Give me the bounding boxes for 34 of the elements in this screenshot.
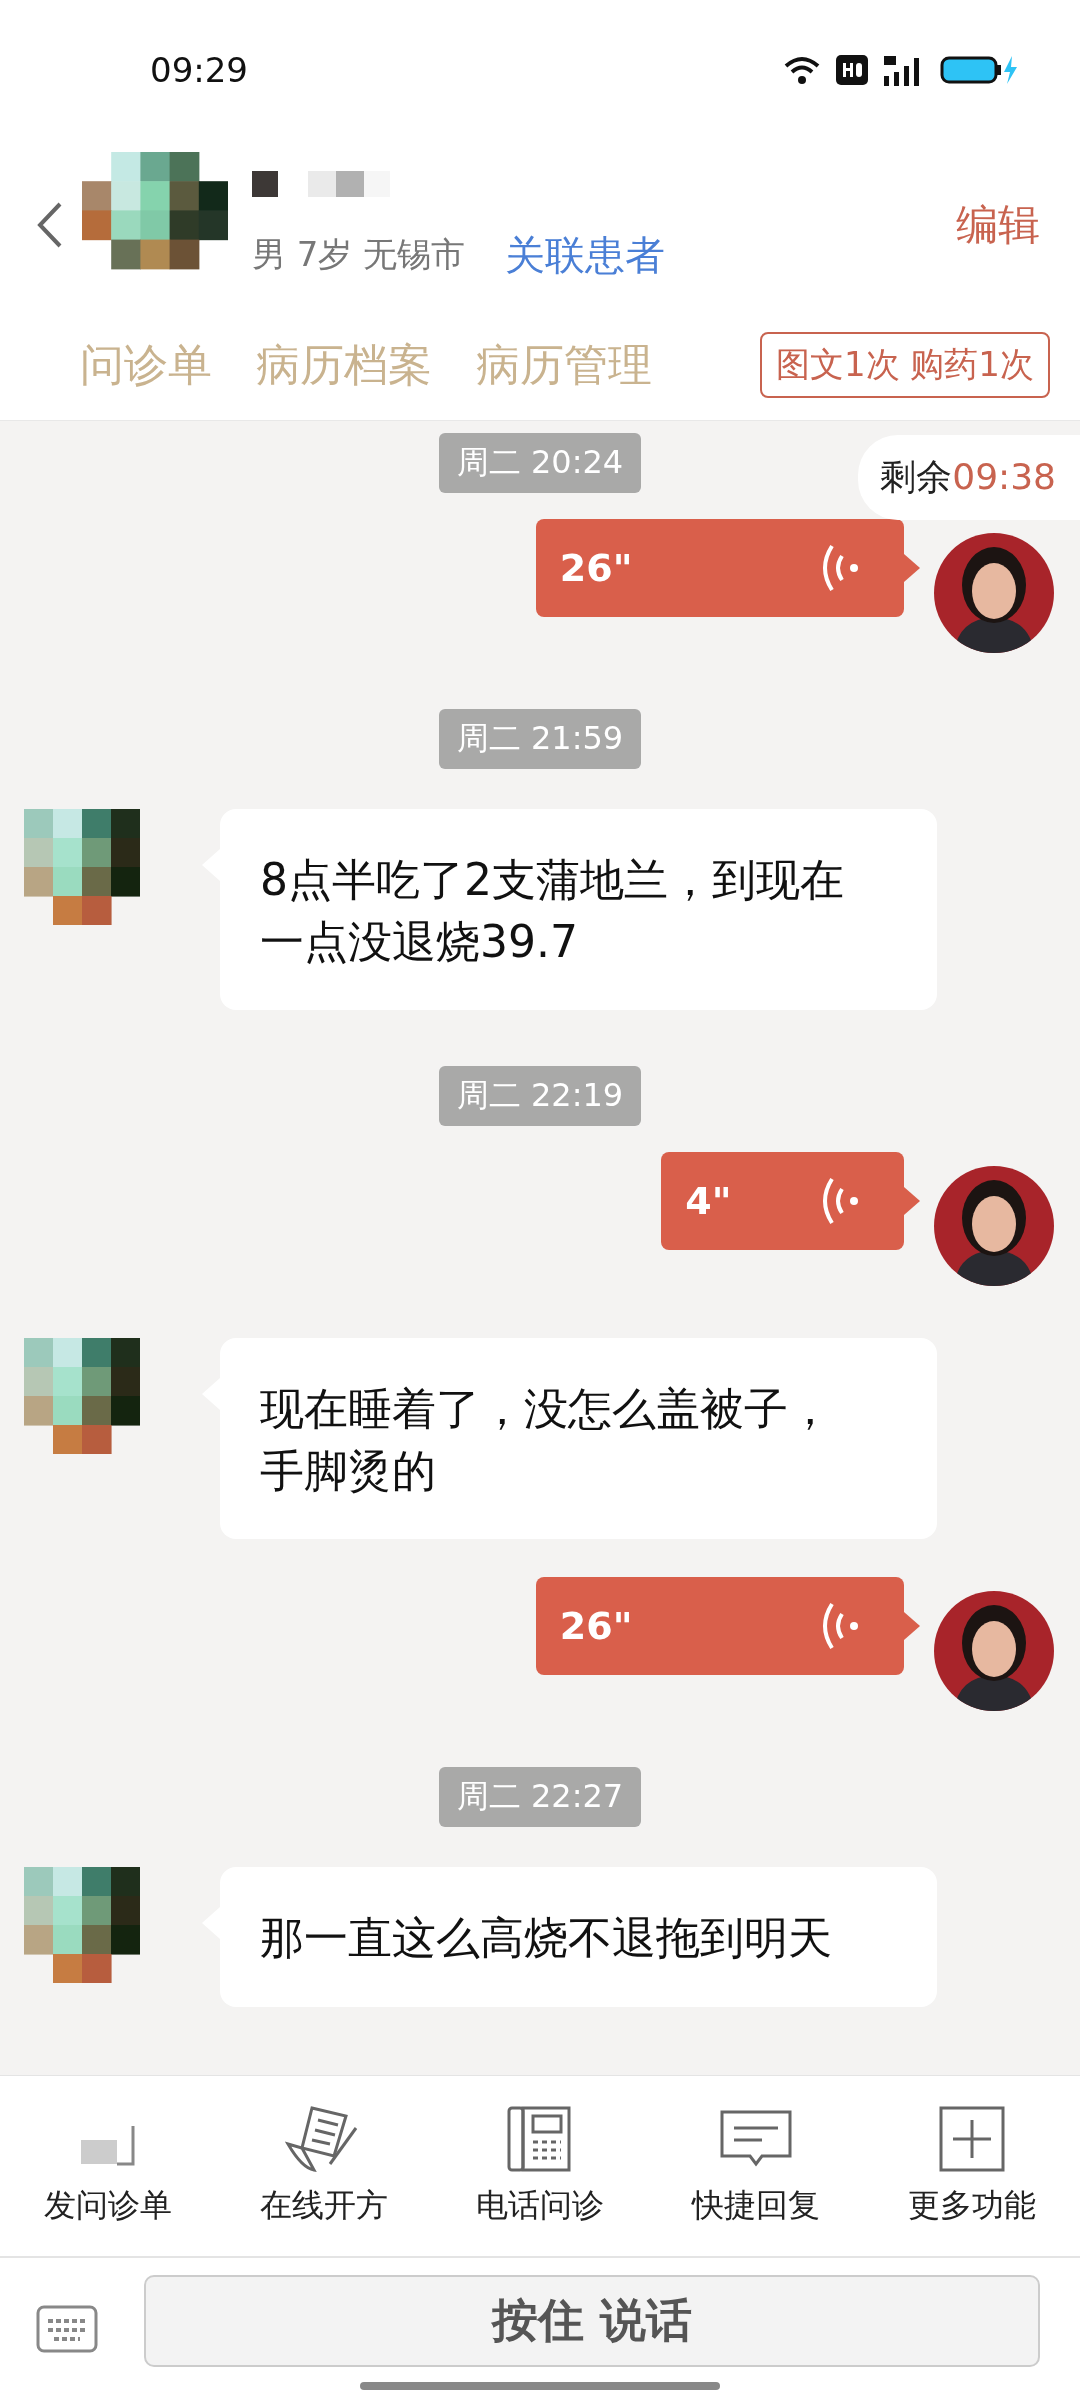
tool-button[interactable]: 快捷回复 (692, 2104, 820, 2228)
timestamp: 周二 20:24 (438, 433, 642, 493)
plus-icon (937, 2104, 1007, 2174)
tab[interactable]: 病历档案 (256, 335, 432, 395)
battery-icon (940, 54, 1020, 86)
edit-link[interactable]: 编辑 (956, 197, 1040, 253)
tool-button[interactable]: 发问诊单 (44, 2104, 172, 2228)
tool-button[interactable]: 电话问诊 (476, 2104, 604, 2228)
timestamp: 周二 22:19 (438, 1066, 642, 1127)
bubble-tail (904, 1187, 920, 1216)
voice-message[interactable]: 4" (661, 1152, 904, 1251)
tool-button[interactable]: 更多功能 (908, 2104, 1036, 2228)
quota-badge: 图文1次 购药1次 (759, 332, 1050, 398)
patient-info: 男 7岁 无锡市 (252, 233, 466, 276)
timestamp: 周二 21:59 (438, 709, 642, 769)
tab[interactable]: 问诊单 (80, 335, 212, 395)
countdown-time: 09:38 (952, 456, 1056, 497)
message-bubble: 那一直这么高烧不退拖到明天 (220, 1867, 937, 2007)
countdown-label: 剩余 (880, 456, 953, 497)
voice-message[interactable]: 26" (535, 1577, 904, 1676)
hd-icon (836, 55, 868, 85)
bubble-tail (904, 1612, 920, 1641)
bubble-tail (904, 554, 920, 582)
status-time: 09:29 (150, 50, 248, 90)
timestamp: 周二 22:27 (438, 1767, 642, 1828)
wifi-icon (782, 54, 822, 86)
hold-to-talk-button[interactable]: 按住 说话 (144, 2275, 1040, 2367)
tool-button[interactable]: 在线开方 (260, 2104, 388, 2228)
message-bubble: 现在睡着了，没怎么盖被子，手脚烫的 (220, 1338, 937, 1540)
voice-message[interactable]: 26" (535, 519, 904, 617)
message-bubble: 8点半吃了2支蒲地兰，到现在一点没退烧39.7 (220, 809, 937, 1011)
link-patient-link[interactable]: 关联患者 (505, 227, 666, 283)
tab[interactable]: 病历管理 (476, 335, 652, 395)
keyboard-icon[interactable] (36, 2305, 98, 2353)
